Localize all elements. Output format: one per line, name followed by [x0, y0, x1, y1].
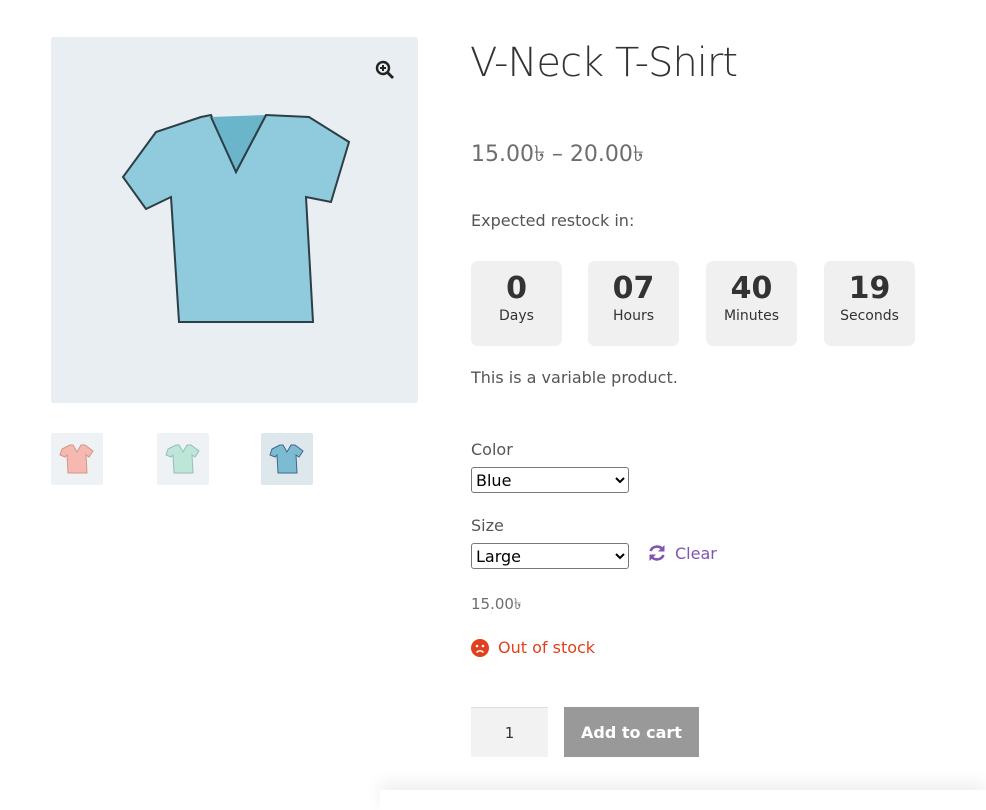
- countdown-unit: Minutes: [723, 308, 780, 324]
- countdown-hours: 07 Hours: [588, 261, 679, 346]
- clear-button[interactable]: Clear: [647, 543, 717, 563]
- zoom-button[interactable]: [368, 53, 402, 87]
- stock-status-text: Out of stock: [498, 638, 596, 657]
- size-select[interactable]: Large: [471, 543, 629, 569]
- product-title: V-Neck T-Shirt: [470, 40, 738, 86]
- footer-shadow: [380, 790, 986, 810]
- color-select[interactable]: Blue: [471, 467, 629, 493]
- color-label: Color: [471, 440, 513, 459]
- product-main-image[interactable]: [51, 37, 418, 403]
- thumbnail-pink[interactable]: [51, 433, 103, 485]
- restock-label: Expected restock in:: [471, 211, 635, 230]
- add-to-cart-button[interactable]: Add to cart: [564, 707, 699, 757]
- countdown-minutes: 40 Minutes: [706, 261, 797, 346]
- countdown-value: 07: [612, 271, 655, 306]
- tshirt-thumb-icon: [59, 444, 94, 474]
- tshirt-thumb-icon: [165, 444, 200, 474]
- sad-face-icon: [471, 638, 489, 657]
- countdown-unit: Hours: [612, 308, 654, 324]
- countdown-seconds: 19 Seconds: [824, 261, 915, 346]
- quantity-input[interactable]: [471, 707, 548, 757]
- countdown-value: 0: [506, 271, 527, 306]
- countdown-days: 0 Days: [471, 261, 562, 346]
- countdown-unit: Seconds: [840, 308, 899, 324]
- countdown-value: 19: [848, 271, 891, 306]
- countdown-value: 40: [730, 271, 773, 306]
- thumbnail-blue[interactable]: [261, 433, 313, 485]
- price-range: 15.00৳ – 20.00৳: [471, 142, 644, 167]
- size-label: Size: [471, 516, 504, 535]
- zoom-in-icon: [375, 60, 394, 79]
- stock-status: Out of stock: [471, 638, 595, 657]
- tshirt-thumb-icon: [269, 444, 304, 474]
- thumbnail-mint[interactable]: [157, 433, 209, 485]
- tshirt-image: [121, 113, 351, 323]
- refresh-icon: [649, 545, 665, 561]
- variation-price: 15.00৳: [471, 595, 522, 613]
- product-description: This is a variable product.: [471, 368, 678, 387]
- countdown-unit: Days: [499, 308, 534, 324]
- clear-label: Clear: [675, 543, 717, 563]
